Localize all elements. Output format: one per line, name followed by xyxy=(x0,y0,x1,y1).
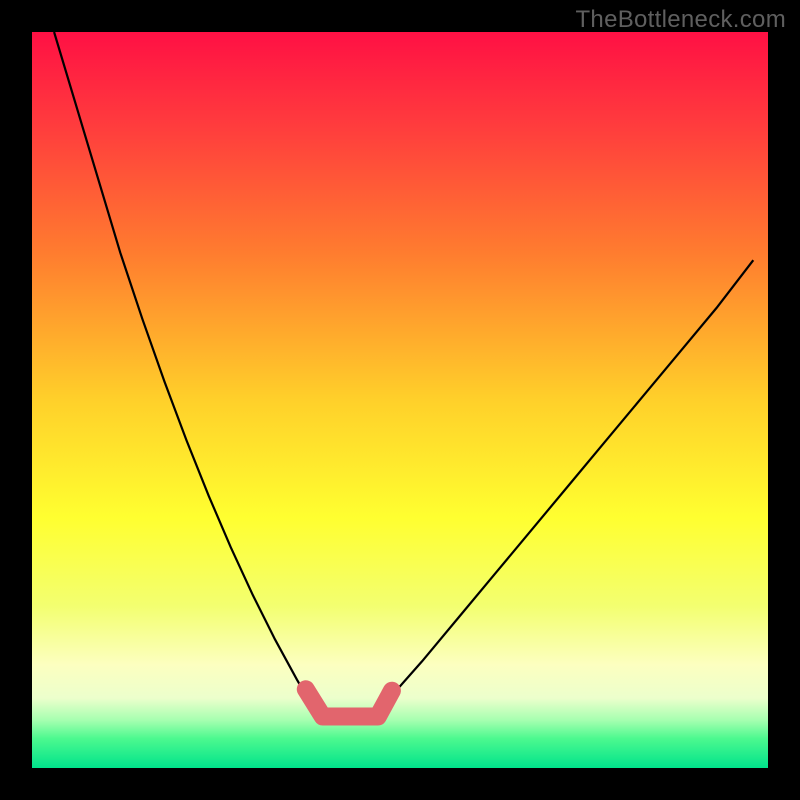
chart-svg xyxy=(0,0,800,800)
watermark-text: TheBottleneck.com xyxy=(575,6,786,34)
chart-stage: TheBottleneck.com xyxy=(0,0,800,800)
plot-background xyxy=(32,32,768,768)
